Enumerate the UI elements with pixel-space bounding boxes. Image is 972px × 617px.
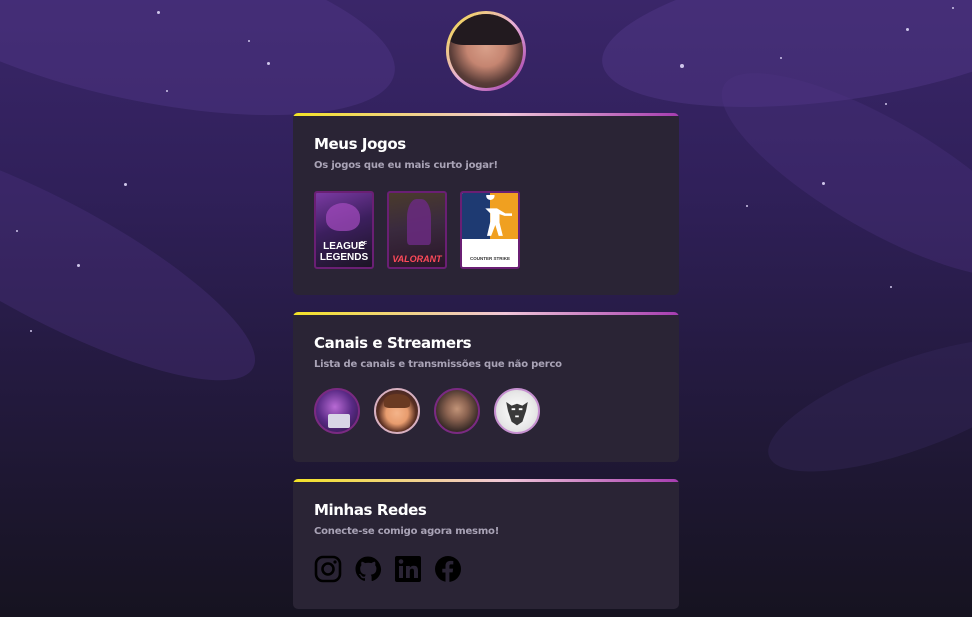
star [157,11,160,14]
cs-soldier-icon [485,195,512,236]
streamer-avatar-2[interactable] [374,388,420,434]
star [822,182,825,185]
hair-shape [384,394,410,408]
streamers-card-title: Canais e Streamers [314,334,472,352]
game-league-of-legends[interactable]: LEAGUE OF LEGENDS [314,191,374,269]
star [680,64,684,68]
game-valorant[interactable]: VALORANT [387,191,447,269]
star [952,7,954,9]
champion-art [326,203,360,231]
streamer-avatar-3[interactable] [434,388,480,434]
social-card: Minhas Redes Conecte-se comigo agora mes… [293,479,679,609]
background-wave [753,311,972,499]
star [746,205,748,207]
star [890,286,892,288]
star [780,57,782,59]
star [124,183,127,186]
games-card-subtitle: Os jogos que eu mais curto jogar! [314,160,498,171]
github-icon[interactable] [354,555,382,583]
star [30,330,32,332]
games-card: Meus Jogos Os jogos que eu mais curto jo… [293,113,679,295]
tiger-logo-icon [506,402,528,426]
star [16,230,18,232]
linkedin-icon[interactable] [394,555,422,583]
instagram-icon[interactable] [314,555,342,583]
streamer-avatar-4[interactable] [494,388,540,434]
game-label-counter-strike: COUNTER STRIKE [469,256,510,261]
star [77,264,80,267]
star [267,62,270,65]
social-card-title: Minhas Redes [314,501,427,519]
game-label-small: OF [360,241,367,247]
streamers-card: Canais e Streamers Lista de canais e tra… [293,312,679,462]
star [166,90,168,92]
background-wave [0,99,282,421]
social-card-subtitle: Conecte-se comigo agora mesmo! [314,526,500,537]
star [906,28,909,31]
profile-photo [449,14,523,88]
laptop-shape [328,414,350,428]
game-label-line2: LEGENDS [319,252,369,263]
games-card-title: Meus Jogos [314,135,406,153]
streamers-card-subtitle: Lista de canais e transmissões que não p… [314,359,562,370]
star [885,103,887,105]
game-counter-strike[interactable]: COUNTER STRIKE [460,191,520,269]
game-label-valorant: VALORANT [392,254,442,264]
profile-avatar[interactable] [446,11,526,91]
agent-art [407,199,431,245]
facebook-icon[interactable] [434,555,462,583]
star [248,40,250,42]
streamer-avatar-1[interactable] [314,388,360,434]
